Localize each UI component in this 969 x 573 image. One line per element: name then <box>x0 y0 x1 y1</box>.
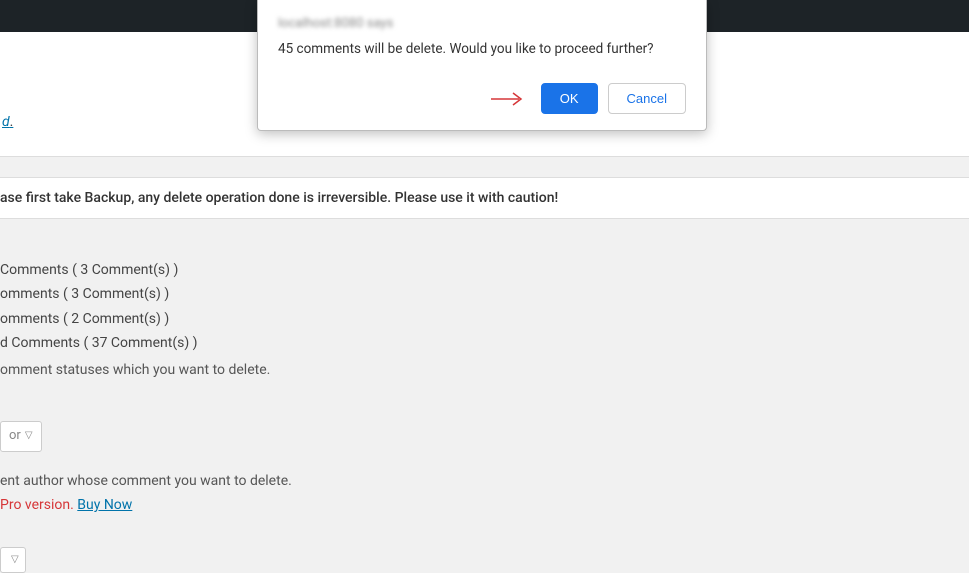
confirm-dialog: localhost:8080 says 45 comments will be … <box>257 0 707 131</box>
main-content: Comments ( 3 Comment(s) ) omments ( 3 Co… <box>0 219 969 573</box>
warning-bar: ase first take Backup, any delete operat… <box>0 177 969 219</box>
comment-status-line: omments ( 2 Comment(s) ) <box>0 308 969 330</box>
chevron-down-icon: ▽ <box>25 428 33 444</box>
pro-notice: Pro version. Buy Now <box>0 494 969 516</box>
arrow-right-icon <box>491 91 525 107</box>
buy-now-link[interactable]: Buy Now <box>77 497 132 513</box>
truncated-link[interactable]: d. <box>0 112 15 132</box>
warning-text: ase first take Backup, any delete operat… <box>0 190 558 206</box>
pro-prefix: Pro version. <box>0 497 77 513</box>
comment-status-line: d Comments ( 37 Comment(s) ) <box>0 332 969 354</box>
period: . <box>10 114 14 130</box>
ok-button[interactable]: OK <box>541 83 598 114</box>
author-select[interactable]: or ▽ <box>0 421 42 452</box>
secondary-select[interactable]: ▽ <box>0 547 26 573</box>
cancel-button[interactable]: Cancel <box>608 83 686 114</box>
comment-status-line: omments ( 3 Comment(s) ) <box>0 283 969 305</box>
comment-status-line: Comments ( 3 Comment(s) ) <box>0 259 969 281</box>
author-desc: ent author whose comment you want to del… <box>0 470 969 492</box>
dialog-message: 45 comments will be delete. Would you li… <box>278 41 686 57</box>
dialog-origin: localhost:8080 says <box>278 16 686 31</box>
link-text: d <box>2 114 10 130</box>
chevron-down-icon: ▽ <box>11 552 19 568</box>
select-value: or <box>9 426 21 447</box>
dialog-button-row: OK Cancel <box>278 83 686 114</box>
status-hint: omment statuses which you want to delete… <box>0 359 969 381</box>
